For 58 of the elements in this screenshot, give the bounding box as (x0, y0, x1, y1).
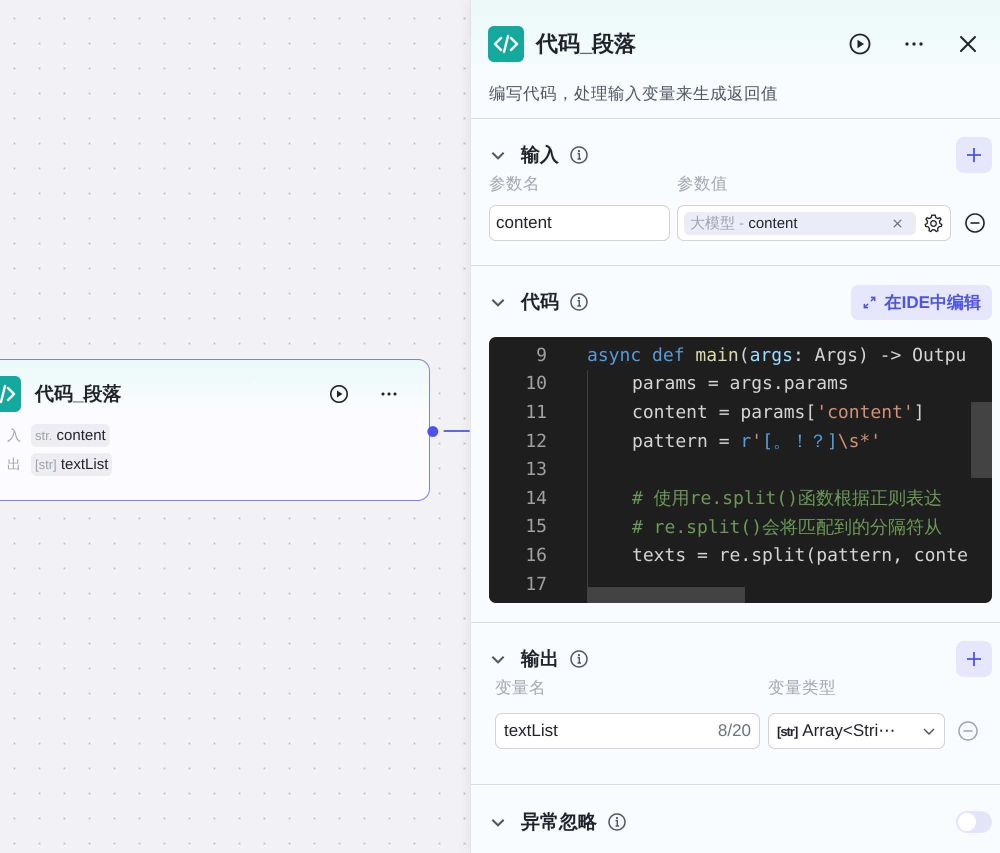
info-icon[interactable] (607, 812, 627, 832)
code-line: pattern = r'[。！？]\s*' (632, 430, 882, 454)
type-select[interactable]: [str] Array<Stri⋯ (768, 713, 945, 749)
port-label: 入 (6, 426, 21, 444)
section-title: 输入 (521, 144, 559, 168)
line-number: 13 (524, 459, 547, 480)
node-title: 代码_段落 (35, 383, 122, 407)
remove-icon[interactable] (964, 212, 986, 234)
variable-tag: [str] textList (31, 453, 112, 476)
section-title: 代码 (521, 291, 559, 315)
section-title: 输出 (521, 648, 559, 672)
reference-tag: 大模型 - content (684, 212, 916, 234)
line-number: 11 (524, 402, 547, 423)
column-label: 变量类型 (768, 678, 836, 699)
scrollbar[interactable] (971, 402, 992, 478)
port-label: 出 (6, 456, 21, 474)
edit-in-ide-button[interactable]: 在IDE中编辑 (850, 284, 992, 320)
settings-icon[interactable] (923, 212, 944, 234)
node-card[interactable]: 代码_段落 入 str. content 出 [str] textList (0, 359, 430, 501)
line-number: 10 (524, 373, 547, 394)
code-icon (488, 26, 524, 62)
code-line: params = args.params (632, 373, 849, 394)
code-line: # re.split()会将匹配到的分隔符从 (632, 516, 942, 539)
code-editor[interactable] (489, 337, 992, 603)
column-label: 变量名 (495, 678, 547, 699)
panel-title: 代码_段落 (536, 30, 636, 58)
expand-icon (862, 294, 877, 310)
line-number: 16 (524, 544, 547, 566)
value-field[interactable]: 大模型 - content (677, 205, 951, 241)
code-line: async def main(args: Args) -> Outpu (587, 344, 966, 366)
panel-description: 编写代码，处理输入变量来生成返回值 (471, 64, 1000, 119)
code-line: # 使用re.split()函数根据正则表达 (632, 487, 942, 510)
line-number: 12 (524, 430, 547, 452)
info-icon[interactable] (569, 292, 589, 312)
info-icon[interactable] (569, 145, 589, 165)
input-field[interactable]: textList 8/20 (495, 713, 760, 749)
code-line: content = params['content'] (632, 402, 925, 423)
add-button[interactable] (956, 641, 992, 677)
scrollbar[interactable] (587, 587, 745, 603)
code-line: texts = re.split(pattern, conte (632, 544, 968, 566)
info-icon[interactable] (569, 649, 589, 669)
column-label: 参数值 (677, 174, 728, 195)
line-number: 14 (524, 488, 547, 509)
add-button[interactable] (956, 137, 992, 173)
section-title: 异常忽略 (521, 811, 597, 835)
clear-icon[interactable] (892, 218, 903, 228)
input-field[interactable]: content (489, 205, 670, 241)
connector-handle[interactable] (426, 425, 470, 438)
play-icon[interactable] (329, 384, 349, 404)
plus-icon (964, 145, 984, 165)
line-number: 17 (524, 574, 547, 595)
plus-icon (964, 649, 984, 669)
column-label: 参数名 (489, 174, 541, 195)
variable-tag: str. content (31, 424, 110, 447)
line-number: 15 (524, 516, 547, 538)
toggle-switch[interactable] (956, 811, 992, 833)
line-number: 9 (535, 344, 547, 366)
play-icon[interactable] (848, 32, 872, 56)
